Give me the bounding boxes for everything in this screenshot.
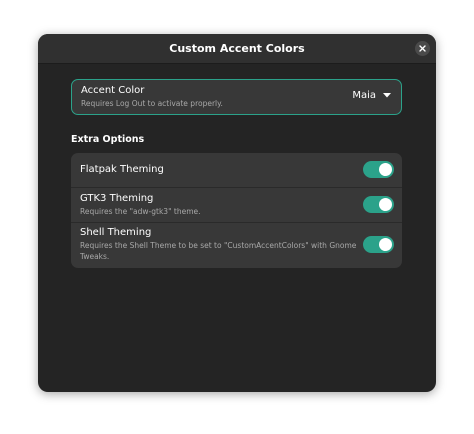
gtk3-theming-switch[interactable] <box>363 196 394 213</box>
option-row-gtk3[interactable]: GTK3 Theming Requires the "adw-gtk3" the… <box>71 188 402 222</box>
close-icon <box>419 45 426 52</box>
extra-options-heading: Extra Options <box>71 134 145 145</box>
accent-color-title: Accent Color <box>81 85 145 96</box>
accent-color-value: Maia <box>352 90 376 101</box>
titlebar: Custom Accent Colors <box>38 34 436 64</box>
option-title-flatpak: Flatpak Theming <box>80 164 164 175</box>
close-button[interactable] <box>415 41 430 56</box>
option-title-gtk3: GTK3 Theming <box>80 193 154 204</box>
shell-theming-switch[interactable] <box>363 236 394 253</box>
switch-knob <box>379 238 392 251</box>
extra-options-list: Flatpak Theming GTK3 Theming Requires th… <box>71 153 402 268</box>
option-subtitle-gtk3: Requires the "adw-gtk3" theme. <box>80 207 201 216</box>
option-subtitle-shell-line1: Requires the Shell Theme to be set to "C… <box>80 241 357 250</box>
option-row-flatpak[interactable]: Flatpak Theming <box>71 153 402 187</box>
accent-color-dropdown[interactable]: Maia <box>352 90 391 101</box>
window-title: Custom Accent Colors <box>169 42 305 55</box>
dialog-window: Custom Accent Colors Accent Color Requir… <box>38 34 436 392</box>
option-subtitle-shell-line2: Tweaks. <box>80 252 110 261</box>
switch-knob <box>379 163 392 176</box>
switch-knob <box>379 198 392 211</box>
flatpak-theming-switch[interactable] <box>363 161 394 178</box>
option-title-shell: Shell Theming <box>80 227 152 238</box>
option-row-shell[interactable]: Shell Theming Requires the Shell Theme t… <box>71 223 402 268</box>
accent-color-subtitle: Requires Log Out to activate properly. <box>81 99 223 108</box>
accent-color-row[interactable]: Accent Color Requires Log Out to activat… <box>71 79 402 115</box>
chevron-down-icon <box>383 93 391 98</box>
